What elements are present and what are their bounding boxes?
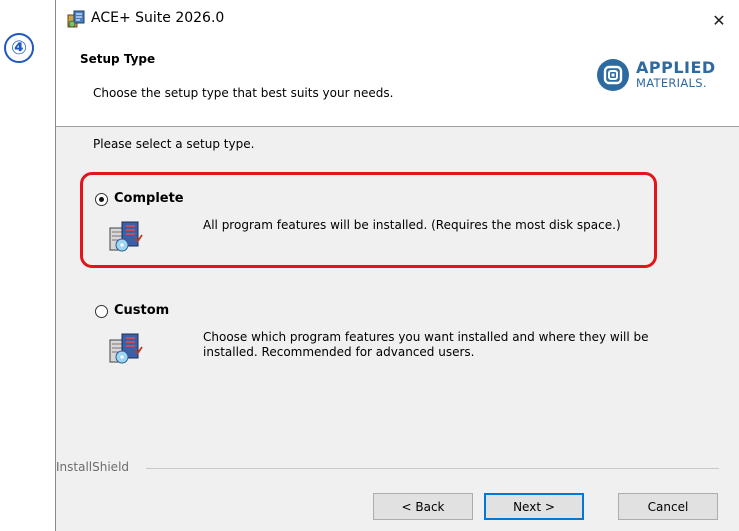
- logo-text-materials: MATERIALS.: [636, 76, 707, 90]
- next-button[interactable]: Next >: [484, 493, 584, 520]
- close-button[interactable]: ✕: [699, 0, 739, 40]
- radio-custom[interactable]: [95, 305, 108, 318]
- setup-dialog: ACE+ Suite 2026.0 ✕ Setup Type Choose th…: [55, 0, 739, 531]
- option-description-complete: All program features will be installed. …: [203, 218, 621, 232]
- applied-materials-logo: APPLIED MATERIALS.: [596, 58, 726, 98]
- page-subtitle: Choose the setup type that best suits yo…: [93, 86, 394, 100]
- title-bar: ACE+ Suite 2026.0 ✕: [56, 0, 739, 40]
- header-banner: Setup Type Choose the setup type that be…: [56, 40, 739, 127]
- option-label-complete[interactable]: Complete: [114, 191, 184, 206]
- logo-text-applied: APPLIED: [636, 58, 716, 77]
- setup-type-prompt: Please select a setup type.: [93, 137, 255, 151]
- footer-divider: [146, 468, 719, 469]
- step-number-badge: ④: [4, 33, 34, 63]
- applied-materials-logo-mark: [597, 59, 629, 91]
- cancel-button[interactable]: Cancel: [618, 493, 718, 520]
- option-label-custom[interactable]: Custom: [114, 303, 169, 318]
- installer-box-icon: [109, 333, 143, 364]
- option-description-custom: Choose which program features you want i…: [203, 330, 649, 359]
- installer-app-icon: [67, 10, 85, 28]
- page-title: Setup Type: [80, 52, 156, 66]
- close-icon[interactable]: ✕: [712, 11, 725, 30]
- radio-complete[interactable]: [95, 193, 108, 206]
- window-title: ACE+ Suite 2026.0: [91, 10, 225, 26]
- back-button[interactable]: < Back: [373, 493, 473, 520]
- installshield-label: InstallShield: [56, 460, 130, 474]
- installer-box-icon: [109, 221, 143, 252]
